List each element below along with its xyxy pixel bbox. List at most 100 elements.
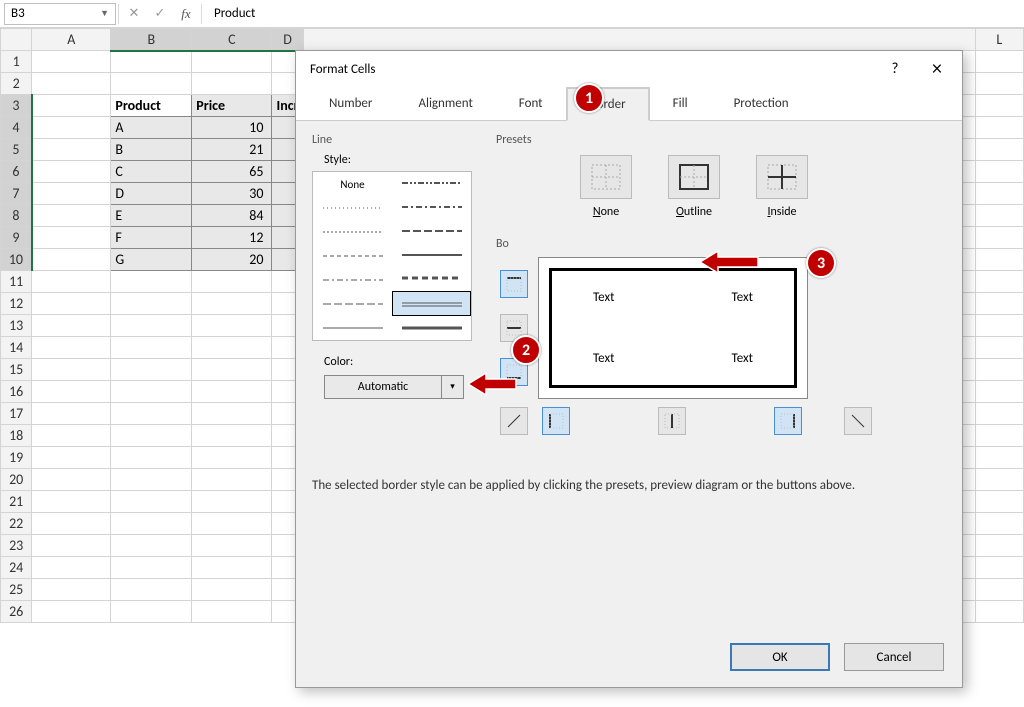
border-preview[interactable]: Text Text Text Text — [538, 257, 808, 399]
line-style-option[interactable] — [392, 172, 471, 196]
row-header[interactable]: 22 — [1, 513, 32, 535]
row-header[interactable]: 24 — [1, 557, 32, 579]
chevron-down-icon[interactable]: ▼ — [100, 8, 109, 19]
row-header[interactable]: 1 — [1, 51, 32, 73]
line-style-option[interactable] — [392, 267, 471, 291]
row-header[interactable]: 14 — [1, 337, 32, 359]
accept-formula-icon[interactable]: ✓ — [147, 6, 173, 21]
cell[interactable]: C — [111, 161, 192, 183]
cell[interactable]: Product — [111, 95, 192, 117]
line-style-option[interactable] — [313, 196, 392, 220]
preset-outline-button[interactable] — [668, 155, 720, 199]
cell[interactable]: Price — [192, 95, 272, 117]
preview-text: Text — [732, 290, 753, 305]
help-button[interactable]: ? — [876, 54, 914, 84]
row-header[interactable]: 15 — [1, 359, 32, 381]
select-all-corner[interactable] — [1, 29, 32, 51]
tab-alignment[interactable]: Alignment — [395, 87, 495, 120]
line-style-option[interactable] — [313, 244, 392, 268]
separator — [201, 4, 202, 24]
chevron-down-icon[interactable]: ▾ — [442, 375, 464, 399]
formula-input[interactable]: Product — [204, 6, 1024, 21]
close-button[interactable]: × — [918, 54, 956, 84]
row-header[interactable]: 5 — [1, 139, 32, 161]
row-header[interactable]: 25 — [1, 579, 32, 601]
row-header[interactable]: 8 — [1, 205, 32, 227]
border-diag-up-button[interactable] — [500, 407, 528, 435]
line-style-option[interactable] — [392, 219, 471, 243]
border-middle-v-button[interactable] — [658, 407, 686, 435]
cell[interactable]: E — [111, 205, 192, 227]
row-header[interactable]: 6 — [1, 161, 32, 183]
row-header[interactable]: 12 — [1, 293, 32, 315]
row-header[interactable]: 10 — [1, 249, 32, 271]
line-style-option[interactable] — [313, 292, 392, 316]
col-header-gap[interactable] — [303, 29, 975, 51]
line-style-option[interactable] — [392, 196, 471, 220]
fx-icon[interactable]: fx — [173, 6, 199, 22]
cell[interactable]: 10 — [192, 117, 272, 139]
cancel-formula-icon[interactable]: ✕ — [121, 6, 147, 21]
row-header[interactable]: 9 — [1, 227, 32, 249]
row-header[interactable]: 21 — [1, 491, 32, 513]
border-diag-down-button[interactable] — [844, 407, 872, 435]
cell[interactable]: 30 — [192, 183, 272, 205]
line-style-option[interactable] — [313, 316, 392, 340]
row-header[interactable]: 19 — [1, 447, 32, 469]
tab-fill[interactable]: Fill — [650, 87, 711, 120]
col-header[interactable]: C — [192, 29, 272, 51]
cell[interactable]: 21 — [192, 139, 272, 161]
cell[interactable]: B — [111, 139, 192, 161]
cell[interactable]: G — [111, 249, 192, 271]
preset-inside-button[interactable] — [756, 155, 808, 199]
line-style-option[interactable] — [392, 316, 471, 340]
cell[interactable]: F — [111, 227, 192, 249]
dialog-tabs: Number Alignment Font Border Fill Protec… — [296, 87, 962, 121]
preset-outline-label: Outline — [668, 205, 720, 219]
row-header[interactable]: 11 — [1, 271, 32, 293]
line-style-option[interactable] — [313, 220, 392, 244]
ok-button[interactable]: OK — [730, 643, 830, 671]
border-left-button[interactable] — [542, 407, 570, 435]
cell[interactable]: A — [111, 117, 192, 139]
col-header[interactable]: D — [272, 29, 303, 51]
line-style-option[interactable] — [392, 291, 471, 317]
name-box[interactable]: B3 ▼ — [4, 3, 116, 25]
cell[interactable]: 65 — [192, 161, 272, 183]
row-header[interactable]: 3 — [1, 95, 32, 117]
cell[interactable]: D — [111, 183, 192, 205]
preset-none-button[interactable] — [580, 155, 632, 199]
preview-text: Text — [732, 351, 753, 366]
preset-inside-label: Inside — [756, 205, 808, 219]
cell[interactable]: 20 — [192, 249, 272, 271]
line-style-option[interactable] — [313, 268, 392, 292]
border-right-button[interactable] — [774, 407, 802, 435]
annotation-arrow-icon — [700, 249, 760, 275]
row-header[interactable]: 17 — [1, 403, 32, 425]
line-style-list[interactable]: None — [312, 171, 472, 341]
row-header[interactable]: 16 — [1, 381, 32, 403]
line-style-none[interactable]: None — [313, 172, 392, 196]
color-select[interactable]: Automatic — [324, 375, 442, 399]
cell[interactable]: 12 — [192, 227, 272, 249]
col-header[interactable]: A — [32, 29, 111, 51]
tab-number[interactable]: Number — [306, 87, 395, 120]
row-header[interactable]: 7 — [1, 183, 32, 205]
tab-protection[interactable]: Protection — [711, 87, 812, 120]
row-header[interactable]: 18 — [1, 425, 32, 447]
dialog-titlebar[interactable]: Format Cells ? × — [296, 51, 962, 87]
cancel-button[interactable]: Cancel — [844, 643, 944, 671]
cell[interactable]: 84 — [192, 205, 272, 227]
row-header[interactable]: 13 — [1, 315, 32, 337]
row-header[interactable]: 20 — [1, 469, 32, 491]
border-top-button[interactable] — [500, 270, 528, 298]
row-header[interactable]: 23 — [1, 535, 32, 557]
col-header[interactable]: B — [111, 29, 192, 51]
row-header[interactable]: 26 — [1, 601, 32, 623]
annotation-arrow-icon — [468, 371, 518, 397]
line-style-option[interactable] — [392, 243, 471, 267]
row-header[interactable]: 2 — [1, 73, 32, 95]
row-header[interactable]: 4 — [1, 117, 32, 139]
tab-font[interactable]: Font — [496, 87, 566, 120]
col-header[interactable]: L — [975, 29, 1023, 51]
